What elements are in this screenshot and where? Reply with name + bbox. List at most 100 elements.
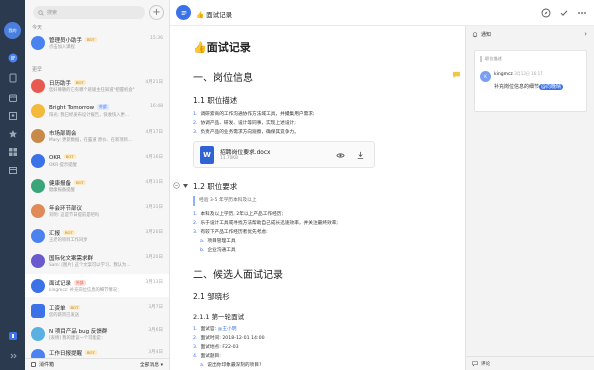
list-item-selected[interactable]: 面试记录 外部 kingmcz: 补充岗位信息的细节情况： 3月13日 <box>25 274 169 297</box>
app-badge-icon[interactable] <box>7 330 18 341</box>
comment-bubble-icon <box>472 360 478 366</box>
item-name: 管理员小助手 BOT <box>49 37 97 44</box>
item-time: 4月17日 <box>145 130 163 135</box>
quote-block: 经验 3-5 年学历本科及以上 <box>193 196 393 206</box>
filter-dropdown[interactable]: 全部消息 ▾ <box>140 361 163 368</box>
heading-job-requirements: 1.2 职位要求 <box>193 182 238 191</box>
item-time: 3月20日 <box>145 255 163 260</box>
compass-icon[interactable] <box>541 8 551 18</box>
item-name: 健康报备 BOT <box>49 180 86 187</box>
file-attachment[interactable]: W 招聘岗位要求.docx 11.70KB <box>193 141 375 168</box>
item-time: 3月20日 <box>145 230 163 235</box>
preview-eye-icon[interactable] <box>336 151 345 160</box>
search-placeholder: 搜索 <box>47 10 58 16</box>
avatar <box>31 104 45 118</box>
list-item[interactable]: 工作日报提醒 BOT 3月4日 <box>25 344 169 358</box>
avatar <box>31 154 45 168</box>
avatar <box>31 279 45 293</box>
item-name: N 项目产品 bug 反馈群 <box>49 329 108 335</box>
heading-first-round: 2.1.1 第一轮面试 <box>193 313 245 321</box>
add-button[interactable]: + <box>149 5 164 20</box>
collapse-triangle-icon[interactable] <box>183 184 188 188</box>
bell-icon <box>472 31 478 37</box>
avatar <box>31 79 45 93</box>
notification-author: kingmcz 3月13日 16:17 <box>494 71 543 77</box>
list-item: 1. 调研索商的工作沟通协作方法域工具，并撮集用户需求; <box>193 112 315 117</box>
close-panel-icon[interactable]: › <box>584 30 587 38</box>
file-name: 招聘岗位要求.docx <box>220 150 271 156</box>
apps-icon[interactable] <box>7 146 18 157</box>
list-item: 4. 面试题目: <box>193 354 221 359</box>
box-icon[interactable] <box>7 164 18 175</box>
list-item[interactable]: 管理员小助手 BOT 点击加入课程 15:36 <box>25 31 169 54</box>
item-time: 3月6日 <box>148 328 163 333</box>
heading-section-2: 二、候选人面试记录 <box>193 270 283 281</box>
avatar <box>31 204 45 218</box>
item-preview: Mary: 更新数据，在露道 原价、在新项目… <box>49 138 133 143</box>
document-icon[interactable] <box>7 72 18 83</box>
list-item[interactable]: 年会环节部议 刘明: 这是节日提前是吧吗 3月31日 <box>25 199 169 222</box>
item-time: 4月11日 <box>145 180 163 185</box>
notification-card[interactable]: 职位描述 K kingmcz 3月13日 16:17 补充岗位信息的细节 @向晚晴 <box>474 50 587 112</box>
item-name: 国际化文案需求群 <box>49 256 94 262</box>
list-item[interactable]: 国际化文案需求群 Sam: [图片] 这个文案可以学习，我认为… 3月20日 <box>25 249 169 272</box>
item-name: 日历助手 BOT <box>49 80 86 87</box>
calendar-icon[interactable] <box>7 92 18 103</box>
list-item[interactable]: OKR BOT OKR 提示提醒 4月16日 <box>25 149 169 172</box>
item-preview: 点击加入课程 <box>49 45 75 50</box>
expand-icon[interactable] <box>7 350 18 361</box>
heading-candidate: 2.1 邹晓杉 <box>193 292 230 301</box>
avatar <box>31 179 45 193</box>
list-item[interactable]: 健康报备 BOT 健康报备提醒 4月11日 <box>25 174 169 197</box>
panel-footer[interactable]: 评论 <box>466 356 594 370</box>
list-item[interactable]: N 项目产品 bug 反馈群 [表情] 我的建议一个可能是： 3月6日 <box>25 322 169 345</box>
item-time: 4月21日 <box>145 80 163 85</box>
download-icon[interactable] <box>356 151 365 160</box>
list-item[interactable]: 汇报 BOT 王老的项目工作同步 3月20日 <box>25 224 169 247</box>
list-item: 2. 协调产品、研发、设计等同事，实现上述设计; <box>193 121 296 126</box>
inbox-icon <box>31 362 36 367</box>
more-icon[interactable] <box>577 8 587 18</box>
item-name: OKR BOT <box>49 154 76 161</box>
heading-section-1: 一、岗位信息 <box>193 73 253 84</box>
item-preview: 王老的项目工作同步 <box>49 238 88 243</box>
avatar: K <box>480 71 491 82</box>
item-time: 15:36 <box>150 36 163 41</box>
item-time: 4月16日 <box>145 155 163 160</box>
item-preview: [表情] 我的建议一个可能是： <box>49 336 106 341</box>
notification-panel: 通知 › 职位描述 K kingmcz 3月13日 16:17 补充岗位信息的细… <box>465 26 594 370</box>
contacts-icon[interactable] <box>7 110 18 121</box>
list-item[interactable]: 日历助手 BOT 您好尊敬的它有哪个班级主任知道"把握机会" 4月21日 <box>25 74 169 97</box>
chat-icon[interactable] <box>7 52 18 63</box>
emoji-add-icon[interactable] <box>173 182 180 189</box>
item-name: Bright Tomorrow 外部 <box>49 104 109 111</box>
search-input[interactable]: 搜索 <box>33 6 145 19</box>
check-icon[interactable] <box>559 8 569 18</box>
item-time: 3月31日 <box>145 205 163 210</box>
star-icon[interactable] <box>7 128 18 139</box>
notification-quote: 职位描述 <box>480 56 502 62</box>
user-avatar[interactable]: 我的 <box>4 22 21 39</box>
left-rail: 我的 <box>0 0 25 370</box>
list-item: 3. 有较下产品工作经历者优先考虑: <box>193 230 268 235</box>
comment-icon[interactable] <box>452 71 461 79</box>
avatar <box>31 304 45 318</box>
heading-job-description: 1.1 职位描述 <box>193 96 238 105</box>
file-size: 11.70KB <box>220 156 239 161</box>
doc-type-icon <box>176 5 191 20</box>
doc-heading-title: 👍面试记录 <box>193 41 251 54</box>
doc-title: 👍 面试记录 <box>196 11 233 19</box>
chat-list: 搜索 + 今天 管理员小助手 BOT 点击加入课程 15:36 更早 日历助手 BO… <box>25 0 170 370</box>
avatar <box>31 129 45 143</box>
notification-text: 补充岗位信息的细节 @向晚晴 <box>494 84 564 90</box>
list-item[interactable]: Bright Tomorrow 外部 阳光: 我已经发布设计报告，快收快入更… 1… <box>25 99 169 122</box>
section-earlier: 更早 <box>32 67 43 73</box>
inbox-label[interactable]: 消件箱 <box>39 361 54 368</box>
item-preview: 阳光: 我已经发布设计报告，快收快入更… <box>49 113 130 118</box>
list-item[interactable]: 工资单 BOT 您的薪资已发送 3月7日 <box>25 299 169 322</box>
word-file-icon: W <box>200 146 214 164</box>
item-time: 3月7日 <box>148 305 163 310</box>
list-item[interactable]: 市场部周会 Mary: 更新数据，在露道 原价、在新项目… 4月17日 <box>25 124 169 147</box>
item-name: 汇报 BOT <box>49 230 75 237</box>
item-time: 3月4日 <box>148 350 163 355</box>
